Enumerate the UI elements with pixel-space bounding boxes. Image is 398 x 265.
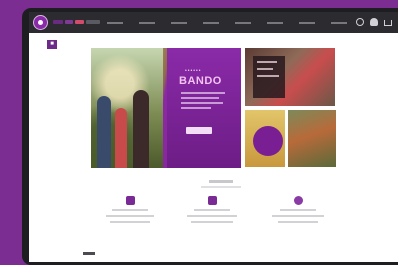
tile-text-panel: [253, 56, 285, 98]
promo-tile-top[interactable]: [245, 48, 335, 106]
promo-tile-right[interactable]: [288, 110, 336, 167]
hero-promo: •••••• BANDO: [167, 48, 241, 168]
feature-item[interactable]: [95, 196, 165, 223]
nav-item[interactable]: [235, 22, 251, 24]
nav-item[interactable]: [171, 22, 187, 24]
nav-item[interactable]: [267, 22, 283, 24]
tile-badge: [253, 126, 283, 156]
feature-item[interactable]: [263, 196, 333, 223]
feature-item[interactable]: [177, 196, 247, 223]
site-header: [29, 12, 398, 33]
cart-icon[interactable]: [384, 20, 392, 26]
nav-item[interactable]: [107, 22, 123, 24]
website-screen: ■ •••••• BANDO: [29, 12, 398, 262]
brand-logo[interactable]: [33, 15, 48, 30]
search-icon[interactable]: [356, 18, 364, 26]
promo-cta-button[interactable]: [186, 127, 212, 134]
section-title: [209, 180, 233, 183]
nav-item[interactable]: [203, 22, 219, 24]
hero-figure: [133, 90, 149, 168]
footer-link[interactable]: [83, 252, 95, 255]
nav-item[interactable]: [331, 22, 347, 24]
section-subtitle: [201, 186, 241, 188]
promo-tile-left[interactable]: [245, 110, 285, 167]
side-tab[interactable]: ■: [47, 40, 57, 49]
hero-banner[interactable]: •••••• BANDO: [91, 48, 241, 168]
feature-icon: [207, 196, 217, 205]
hero-figure: [115, 108, 127, 168]
promo-eyebrow: ••••••: [185, 68, 202, 74]
promo-title: BANDO: [179, 75, 222, 87]
brand-wordmark[interactable]: [53, 20, 100, 24]
main-nav: [107, 22, 347, 24]
hero-photo: [91, 48, 163, 168]
hero-figure: [97, 96, 111, 168]
header-tools: [356, 18, 392, 26]
feature-icon: [293, 196, 303, 205]
feature-icon: [125, 196, 135, 205]
monitor-frame: ■ •••••• BANDO: [22, 8, 398, 265]
nav-item[interactable]: [139, 22, 155, 24]
account-icon[interactable]: [370, 18, 378, 26]
promo-text: [181, 92, 225, 112]
nav-item[interactable]: [299, 22, 315, 24]
